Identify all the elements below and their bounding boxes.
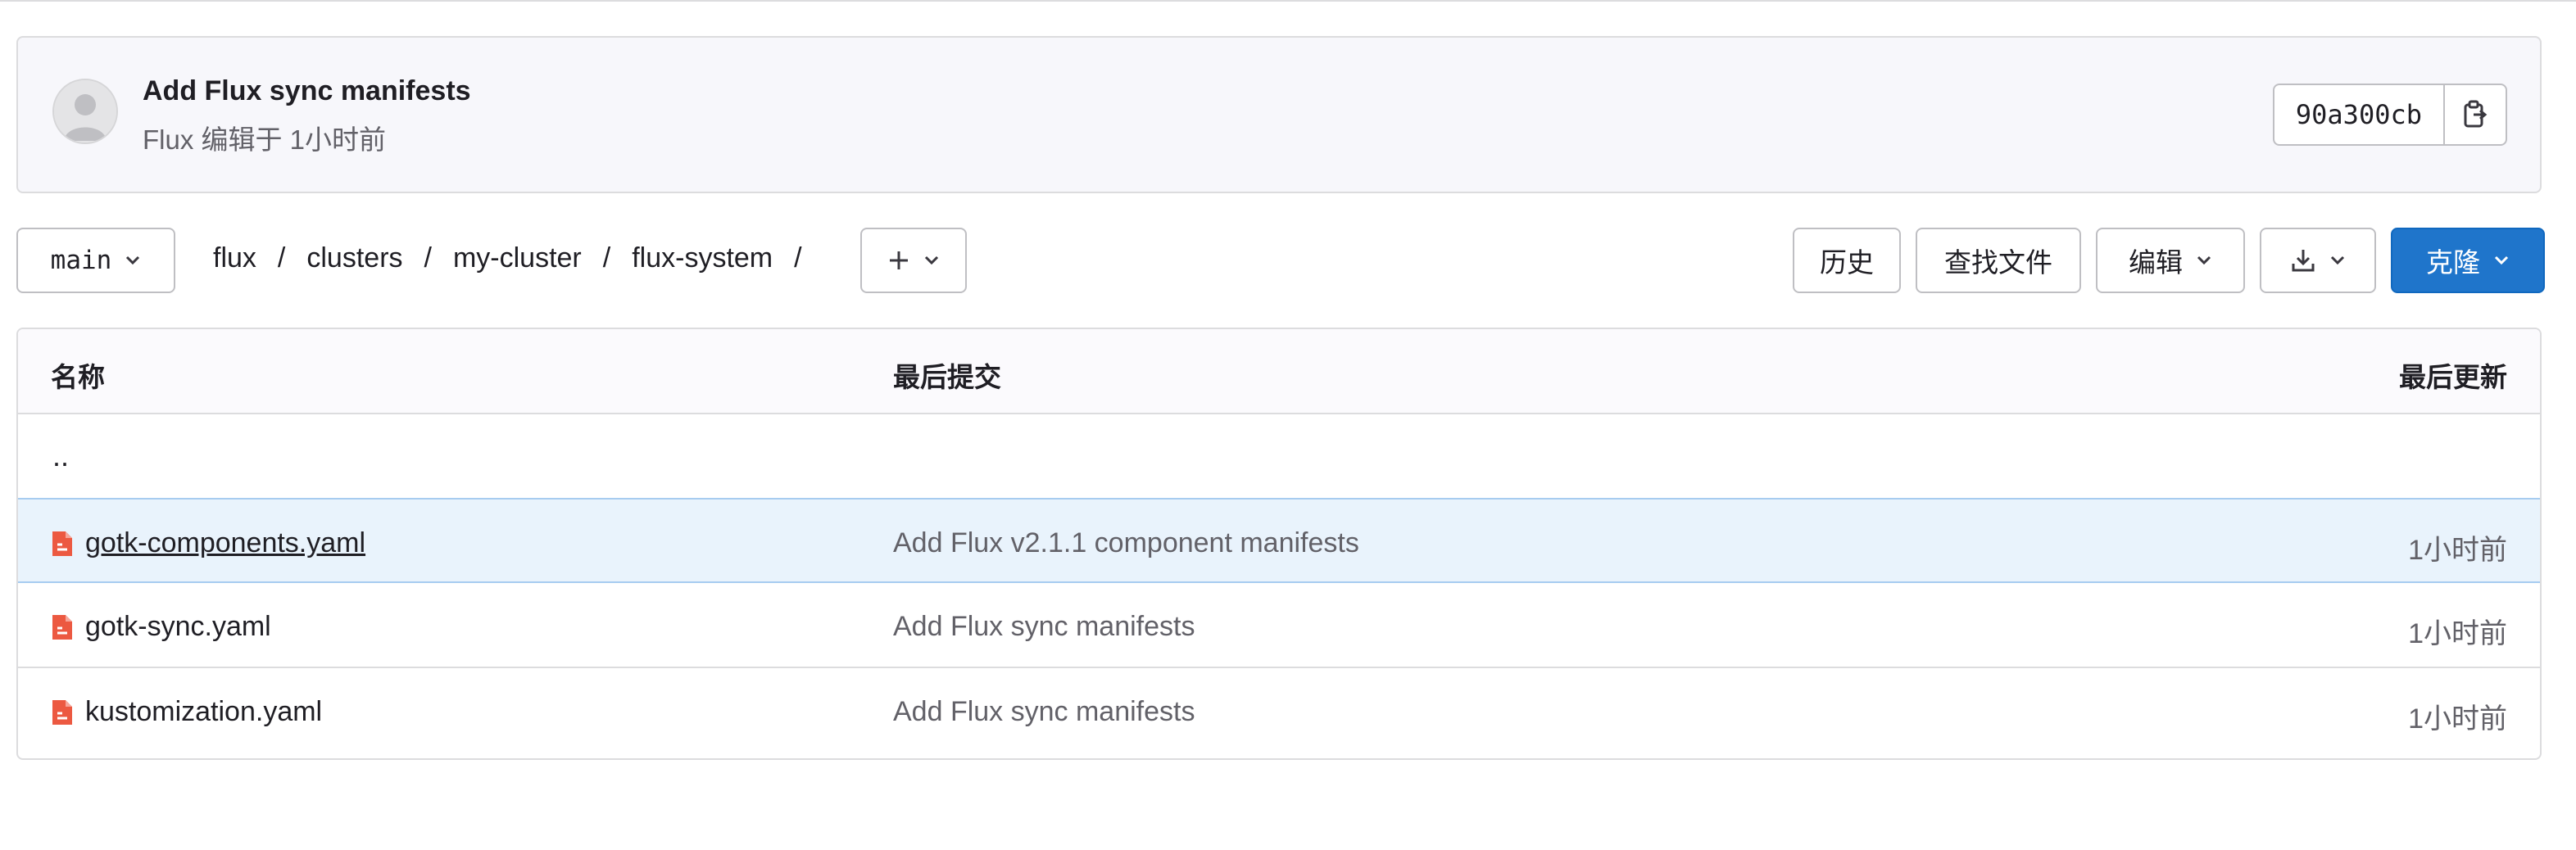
copy-sha-button[interactable]: [2445, 85, 2506, 144]
avatar-icon[interactable]: [52, 79, 118, 144]
chevron-down-icon: [126, 255, 140, 265]
breadcrumb-separator: /: [794, 242, 802, 274]
last-update-time: 1小时前: [2408, 703, 2507, 735]
chevron-down-icon: [2494, 255, 2509, 265]
clone-label: 克隆: [2426, 247, 2480, 278]
find-file-button[interactable]: 查找文件: [1916, 228, 2081, 293]
breadcrumb-separator: /: [602, 242, 611, 274]
file-name-cell: gotk-sync.yaml: [51, 611, 271, 643]
commit-sha-group: 90a300cb: [2272, 84, 2507, 146]
download-icon: [2292, 250, 2315, 272]
breadcrumb-separator: /: [277, 242, 286, 274]
file-name-cell: kustomization.yaml: [51, 696, 322, 728]
top-divider: [0, 0, 2576, 2]
copy-icon: [2464, 100, 2488, 128]
table-row[interactable]: kustomization.yaml Add Flux sync manifes…: [18, 668, 2540, 753]
file-link[interactable]: gotk-components.yaml: [85, 527, 365, 559]
parent-directory-row[interactable]: ..: [18, 414, 2540, 500]
find-file-label: 查找文件: [1944, 247, 2052, 278]
column-header-last-update: 最后更新: [2399, 362, 2507, 392]
last-update-time: 1小时前: [2408, 618, 2507, 649]
commit-sha[interactable]: 90a300cb: [2274, 85, 2445, 144]
file-icon: [52, 614, 72, 640]
file-tree-table: 名称 最后提交 最后更新 .. gotk-components.yaml Add…: [16, 328, 2542, 760]
file-icon: [52, 531, 72, 556]
last-update-time: 1小时前: [2408, 535, 2507, 566]
add-to-tree-button[interactable]: [860, 228, 967, 293]
file-link[interactable]: kustomization.yaml: [85, 696, 322, 728]
table-row[interactable]: gotk-sync.yaml Add Flux sync manifests 1…: [18, 583, 2540, 668]
last-commit-card: Add Flux sync manifests Flux 编辑于 1小时前 90…: [16, 36, 2542, 193]
breadcrumb-item-flux[interactable]: flux: [213, 242, 256, 274]
breadcrumb-item-clusters[interactable]: clusters: [306, 242, 402, 274]
commit-title[interactable]: Add Flux sync manifests: [143, 75, 471, 107]
chevron-down-icon: [2197, 255, 2211, 265]
commit-message-link[interactable]: Add Flux v2.1.1 component manifests: [893, 527, 1359, 559]
plus-icon: [890, 251, 908, 269]
download-button[interactable]: [2260, 228, 2376, 293]
column-header-name: 名称: [51, 362, 105, 392]
breadcrumb-item-flux-system[interactable]: flux-system: [632, 242, 773, 274]
chevron-down-icon: [924, 255, 939, 265]
edit-button[interactable]: 编辑: [2096, 228, 2245, 293]
breadcrumb: flux / clusters / my-cluster / flux-syst…: [213, 242, 823, 274]
file-link[interactable]: gotk-sync.yaml: [85, 611, 271, 643]
branch-selector[interactable]: main: [16, 228, 175, 293]
file-name-cell: gotk-components.yaml: [51, 527, 365, 559]
table-header: 名称 最后提交 最后更新: [18, 329, 2540, 414]
table-row[interactable]: gotk-components.yaml Add Flux v2.1.1 com…: [18, 498, 2540, 583]
branch-label: main: [50, 246, 112, 275]
commit-meta: Flux 编辑于 1小时前: [143, 124, 387, 155]
file-icon: [52, 699, 72, 725]
edit-label: 编辑: [2129, 247, 2183, 278]
history-label: 历史: [1820, 247, 1874, 278]
commit-message-link[interactable]: Add Flux sync manifests: [893, 696, 1195, 728]
column-header-last-commit: 最后提交: [893, 362, 1001, 392]
commit-message-link[interactable]: Add Flux sync manifests: [893, 611, 1195, 643]
chevron-down-icon: [2330, 255, 2345, 265]
breadcrumb-item-my-cluster[interactable]: my-cluster: [453, 242, 582, 274]
history-button[interactable]: 历史: [1793, 228, 1901, 293]
parent-directory-link[interactable]: ..: [52, 439, 69, 473]
clone-button[interactable]: 克隆: [2391, 228, 2545, 293]
breadcrumb-separator: /: [424, 242, 432, 274]
